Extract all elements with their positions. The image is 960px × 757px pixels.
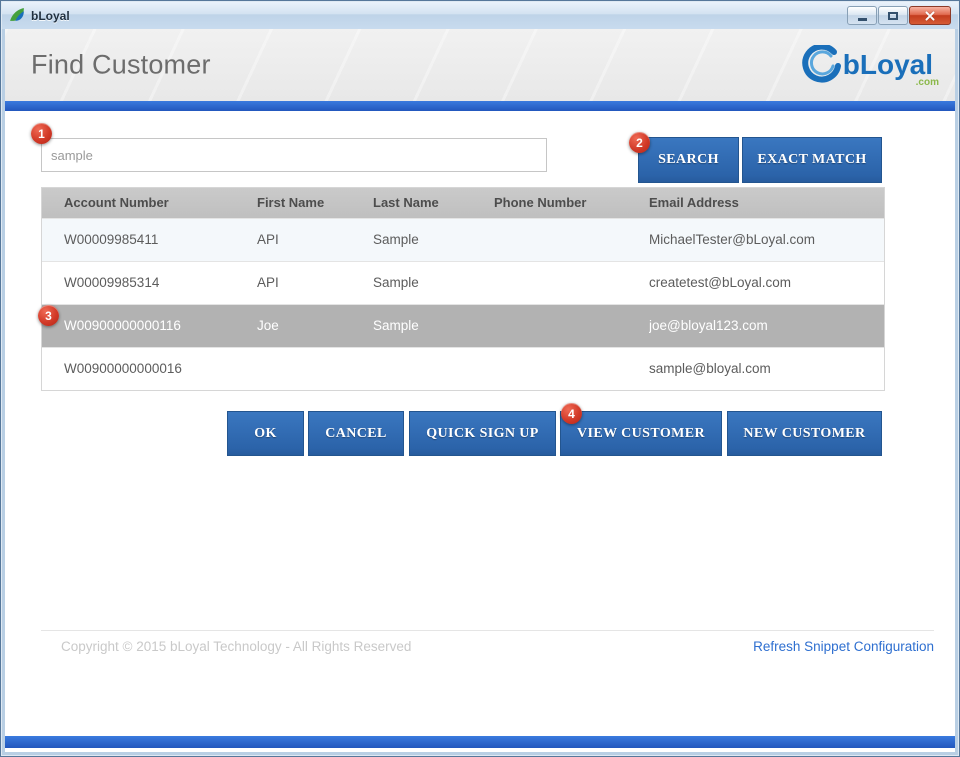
search-button[interactable]: SEARCH <box>638 137 739 183</box>
table-row[interactable]: W00009985411 API Sample MichaelTester@bL… <box>42 218 884 261</box>
cell-email: createtest@bLoyal.com <box>649 261 884 304</box>
minimize-button[interactable] <box>847 6 877 25</box>
cell-phone <box>494 261 649 304</box>
refresh-snippet-configuration-link[interactable]: Refresh Snippet Configuration <box>753 639 934 654</box>
window-title: bLoyal <box>31 9 70 23</box>
cell-email: MichaelTester@bLoyal.com <box>649 218 884 261</box>
column-header-phone-number: Phone Number <box>494 188 649 218</box>
cell-first <box>257 347 373 390</box>
close-icon <box>924 10 936 22</box>
table-row[interactable]: W00900000000016 sample@bloyal.com <box>42 347 884 390</box>
cancel-button[interactable]: CANCEL <box>308 411 404 456</box>
minimize-icon <box>858 18 867 21</box>
cell-last: Sample <box>373 218 494 261</box>
search-input[interactable] <box>41 138 547 172</box>
cell-email: joe@bloyal123.com <box>649 304 884 347</box>
view-customer-button[interactable]: VIEW CUSTOMER <box>560 411 722 456</box>
column-header-email-address: Email Address <box>649 188 884 218</box>
callout-badge-4: 4 <box>561 403 582 424</box>
app-window: bLoyal Find Customer bLoyal.com SEARCH E… <box>0 0 960 757</box>
copyright-text: Copyright © 2015 bLoyal Technology - All… <box>61 639 411 654</box>
cell-last <box>373 347 494 390</box>
header-accent-bar <box>5 101 955 111</box>
bloyal-logo-swoosh-icon <box>801 45 841 85</box>
cell-first: Joe <box>257 304 373 347</box>
cell-phone <box>494 304 649 347</box>
callout-badge-2: 2 <box>629 132 650 153</box>
footer-divider <box>41 630 934 631</box>
exact-match-button[interactable]: EXACT MATCH <box>742 137 882 183</box>
window-content: Find Customer bLoyal.com SEARCH EXACT MA… <box>5 29 955 752</box>
close-button[interactable] <box>909 6 951 25</box>
cell-account: W00009985314 <box>42 261 257 304</box>
cell-last: Sample <box>373 261 494 304</box>
bloyal-logo-com: .com <box>916 78 939 88</box>
callout-badge-1: 1 <box>31 123 52 144</box>
cell-last: Sample <box>373 304 494 347</box>
cell-account: W00009985411 <box>42 218 257 261</box>
column-header-last-name: Last Name <box>373 188 494 218</box>
cell-phone <box>494 347 649 390</box>
title-bar: bLoyal <box>2 2 958 29</box>
callout-badge-3: 3 <box>38 305 59 326</box>
cell-email: sample@bloyal.com <box>649 347 884 390</box>
table-row[interactable]: W00009985314 API Sample createtest@bLoya… <box>42 261 884 304</box>
column-header-first-name: First Name <box>257 188 373 218</box>
page-header: Find Customer bLoyal.com <box>5 29 955 101</box>
table-row[interactable]: W00900000000116 Joe Sample joe@bloyal123… <box>42 304 884 347</box>
footer-accent-bar <box>5 736 955 748</box>
cell-first: API <box>257 261 373 304</box>
bloyal-logo: bLoyal.com <box>801 45 937 85</box>
cell-phone <box>494 218 649 261</box>
maximize-button[interactable] <box>878 6 908 25</box>
customer-results-table: Account Number First Name Last Name Phon… <box>41 187 885 391</box>
ok-button[interactable]: OK <box>227 411 304 456</box>
cell-account: W00900000000016 <box>42 347 257 390</box>
bloyal-window-icon <box>9 7 26 24</box>
table-header-row: Account Number First Name Last Name Phon… <box>42 188 884 218</box>
page-title: Find Customer <box>31 50 211 81</box>
cell-first: API <box>257 218 373 261</box>
bloyal-logo-text: bLoyal.com <box>843 51 937 79</box>
window-controls <box>846 6 951 25</box>
cell-account: W00900000000116 <box>42 304 257 347</box>
quick-sign-up-button[interactable]: QUICK SIGN UP <box>409 411 556 456</box>
maximize-icon <box>888 12 898 20</box>
column-header-account-number: Account Number <box>42 188 257 218</box>
new-customer-button[interactable]: NEW CUSTOMER <box>727 411 882 456</box>
